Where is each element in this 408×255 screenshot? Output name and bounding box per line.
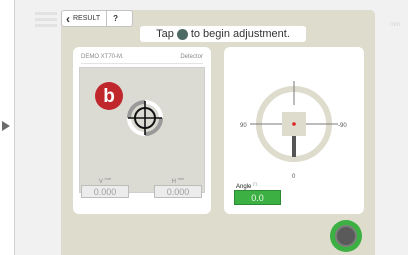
angle-label: Angle (°) <box>236 181 258 190</box>
start-adjustment-button[interactable] <box>330 220 362 252</box>
start-dot-icon <box>176 28 188 40</box>
previous-arrow-icon[interactable] <box>2 121 10 131</box>
horizontal-readout: H mm 0.000 <box>154 176 202 198</box>
detector-model: DEMO XT70-M. <box>81 54 124 60</box>
angle-right-label: -90 <box>338 123 347 129</box>
detector-card: DEMO XT70-M. Detector b V mm 0.000 H mm … <box>73 47 211 214</box>
angle-card: 90 -90 0 Angle (°) 0.0 <box>224 47 364 214</box>
result-back-button[interactable]: ‹ RESULT ? <box>61 10 133 27</box>
chevron-left-icon: ‹ <box>66 11 70 26</box>
angle-value: 0.0 <box>234 190 281 205</box>
vertical-value: 0.000 <box>81 185 129 198</box>
angle-left-label: 90 <box>240 123 247 129</box>
instruction-banner: Tap to begin adjustment. <box>140 26 306 42</box>
menu-icon[interactable] <box>35 12 57 27</box>
step-badge: b <box>95 82 123 110</box>
faded-unit-label: mm <box>390 22 400 28</box>
horizontal-value: 0.000 <box>154 185 202 198</box>
help-button[interactable]: ? <box>113 14 118 23</box>
detector-view: b <box>79 67 205 193</box>
vertical-readout: V mm 0.000 <box>81 176 129 198</box>
detector-title: Detector <box>180 54 203 60</box>
detector-header: DEMO XT70-M. Detector <box>81 54 203 64</box>
angle-bottom-label: 0 <box>292 174 296 180</box>
crosshair-icon <box>127 100 163 136</box>
result-label: RESULT <box>73 15 101 22</box>
banner-text-after: to begin adjustment. <box>190 28 290 40</box>
banner-text-before: Tap <box>156 28 174 40</box>
angle-gauge: 90 -90 0 <box>240 81 347 180</box>
